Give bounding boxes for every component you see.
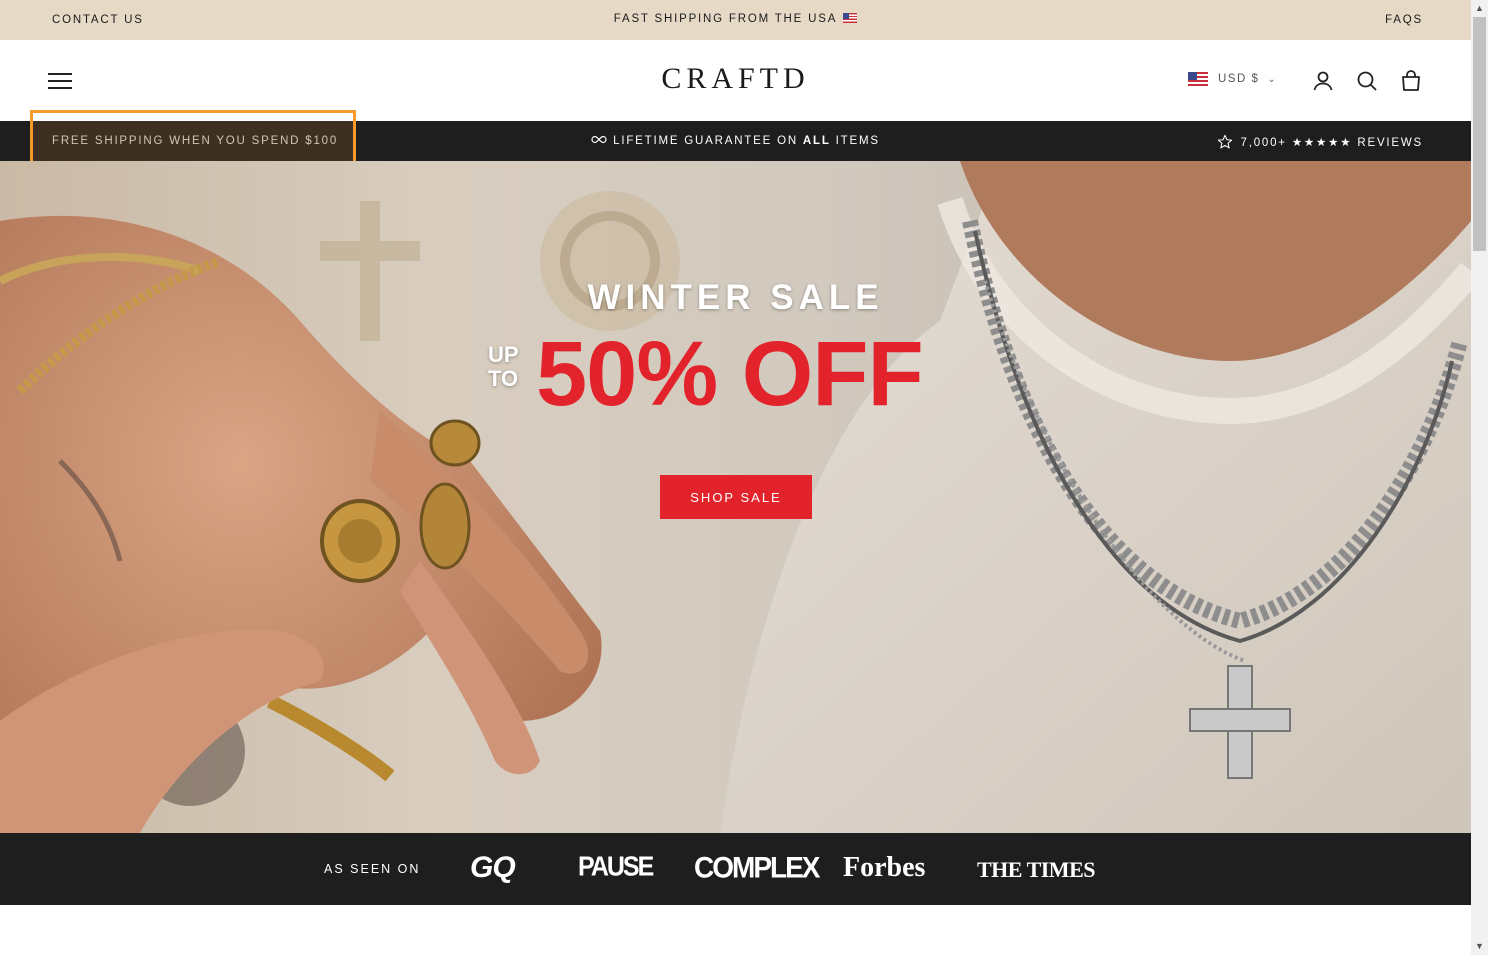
promo-bar: FREE SHIPPING WHEN YOU SPEND $100 LIFETI… (0, 121, 1471, 161)
scroll-down-arrow-icon[interactable]: ▼ (1471, 938, 1488, 955)
vertical-scrollbar[interactable]: ▲ ▼ (1471, 0, 1488, 955)
gq-logo: GQ (470, 851, 516, 884)
site-header: CRAFTD USD $ ⌄ (0, 40, 1471, 121)
currency-label: USD $ (1218, 73, 1260, 85)
currency-selector[interactable]: USD $ ⌄ (1188, 72, 1277, 86)
us-flag-icon (843, 13, 858, 23)
shop-sale-button[interactable]: SHOP SALE (660, 475, 812, 519)
infinity-icon (591, 135, 607, 144)
hero-banner[interactable]: WINTER SALE UP TO 50% OFF SHOP SALE (0, 161, 1471, 833)
announcement-bar: CONTACT US FAST SHIPPING FROM THE USA FA… (0, 0, 1471, 40)
us-flag-icon (1188, 72, 1208, 86)
hero-title: WINTER SALE (587, 278, 884, 317)
as-seen-on-label: AS SEEN ON (324, 862, 421, 876)
shipping-announcement: FAST SHIPPING FROM THE USA (0, 13, 1471, 25)
star-icon (1217, 134, 1232, 149)
scroll-up-arrow-icon[interactable]: ▲ (1471, 0, 1488, 17)
search-icon[interactable] (1355, 69, 1379, 93)
account-icon[interactable] (1311, 69, 1335, 93)
reviews-message: 7,000+ ★★★★★ REVIEWS (1217, 134, 1423, 150)
chevron-down-icon: ⌄ (1267, 73, 1278, 85)
faqs-link[interactable]: FAQS (1385, 14, 1423, 26)
press-bar: AS SEEN ON GQ PAUSE COMPLEX Forbes THE T… (0, 833, 1471, 905)
complex-logo: COMPLEX (694, 851, 820, 884)
pause-logo: PAUSE (578, 851, 654, 883)
page: CONTACT US FAST SHIPPING FROM THE USA FA… (0, 0, 1471, 955)
discount-headline: 50% OFF (536, 323, 924, 425)
shipping-announcement-text: FAST SHIPPING FROM THE USA (613, 13, 838, 25)
forbes-logo: Forbes (843, 852, 926, 883)
cart-icon[interactable] (1399, 69, 1423, 93)
up-to-label: UP TO (488, 342, 519, 391)
scrollbar-thumb[interactable] (1473, 17, 1486, 251)
the-times-logo: THE TIMES (977, 857, 1095, 882)
